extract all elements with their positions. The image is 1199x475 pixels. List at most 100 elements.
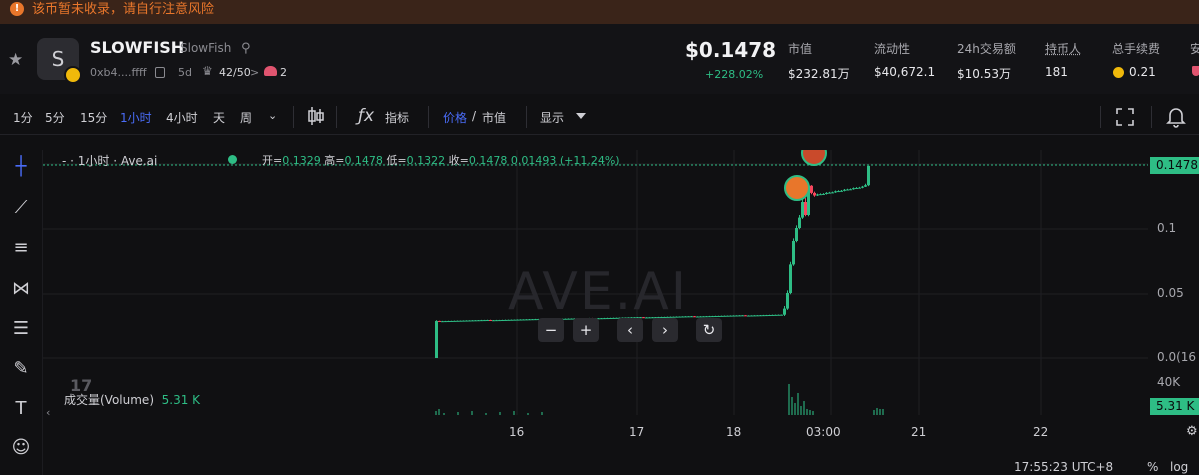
copy-icon[interactable] xyxy=(155,67,165,78)
time-tick: 22 xyxy=(1033,425,1049,439)
candle xyxy=(750,315,753,317)
volume-bar xyxy=(527,413,529,415)
trader-marker-icon[interactable] xyxy=(784,175,810,201)
candle xyxy=(720,315,723,317)
audit-score[interactable]: 42/50 xyxy=(219,66,251,79)
horizontal-lines-icon[interactable]: ≡ xyxy=(8,235,34,261)
candle xyxy=(810,185,813,193)
bnb-chain-icon xyxy=(64,66,82,84)
candle xyxy=(726,315,729,317)
scroll-left-button[interactable]: ‹ xyxy=(617,318,643,342)
shield-icon xyxy=(1192,66,1199,76)
volume-bar xyxy=(882,409,884,415)
candle xyxy=(831,192,834,194)
tf-15m[interactable]: 15分 xyxy=(80,109,107,126)
volume-bar xyxy=(438,409,440,415)
tf-1w[interactable]: 周 xyxy=(240,109,252,126)
crosshair-icon[interactable]: ┼ xyxy=(8,154,34,180)
price-mode-button[interactable]: 价格 xyxy=(443,109,467,126)
candle xyxy=(738,315,741,317)
candle xyxy=(717,315,720,317)
function-icon[interactable]: ƒx xyxy=(358,106,374,126)
favorite-star-icon[interactable]: ★ xyxy=(8,50,23,70)
candle xyxy=(846,189,849,191)
tf-5m[interactable]: 5分 xyxy=(45,109,65,126)
volume-bar xyxy=(443,413,445,415)
toolbar-divider xyxy=(293,106,294,128)
candle xyxy=(759,315,762,317)
candle xyxy=(456,320,459,322)
text-tool-icon[interactable]: T xyxy=(8,396,34,422)
candle xyxy=(444,321,447,323)
brush-icon[interactable]: ✎ xyxy=(8,356,34,382)
chevron-down-icon[interactable]: ⌄ xyxy=(268,109,277,122)
tf-4h[interactable]: 4小时 xyxy=(166,109,198,126)
zoom-in-button[interactable]: + xyxy=(573,318,599,342)
candle xyxy=(801,202,804,218)
candle xyxy=(777,314,780,316)
candle xyxy=(741,315,744,317)
candlestick-icon[interactable] xyxy=(307,105,325,130)
trader-marker-icon[interactable] xyxy=(801,150,827,166)
price-tick: 0.0(16 xyxy=(1157,350,1197,364)
caret-down-icon[interactable] xyxy=(576,113,586,119)
scroll-right-button[interactable]: › xyxy=(652,318,678,342)
zoom-out-button[interactable]: − xyxy=(538,318,564,342)
candle xyxy=(723,315,726,317)
candle xyxy=(816,194,819,196)
mode-separator: / xyxy=(472,109,477,123)
candle xyxy=(780,314,783,316)
candle xyxy=(714,316,717,318)
display-menu-button[interactable]: 显示 xyxy=(540,109,564,126)
stat-value-holders: 181 xyxy=(1045,65,1068,79)
reset-chart-button[interactable]: ↻ xyxy=(696,318,722,342)
alert-bell-icon[interactable] xyxy=(1166,106,1186,131)
price-tick: 0.05 xyxy=(1157,286,1184,300)
candle xyxy=(480,320,483,322)
indicators-button[interactable]: 指标 xyxy=(385,109,409,126)
volume-bar xyxy=(457,412,459,415)
tf-1m[interactable]: 1分 xyxy=(13,109,33,126)
tf-1h[interactable]: 1小时 xyxy=(120,109,152,126)
candle xyxy=(762,315,765,317)
time-tick: 18 xyxy=(726,425,742,439)
candle xyxy=(789,264,792,293)
risk-count[interactable]: 2 xyxy=(280,66,287,79)
stat-label-liquidity: 流动性 xyxy=(874,42,911,56)
candle xyxy=(711,316,714,318)
chevron-right-icon[interactable]: > xyxy=(250,66,259,79)
candle xyxy=(471,320,474,322)
utc-clock[interactable]: 17:55:23 UTC+8 xyxy=(1014,460,1113,474)
tf-1d[interactable]: 天 xyxy=(213,109,225,126)
stat-label-fees: 总手续费 xyxy=(1112,42,1161,56)
settings-gear-icon[interactable]: ⚙ xyxy=(1186,424,1198,439)
fib-levels-icon[interactable]: ☰ xyxy=(8,316,34,342)
candle xyxy=(822,193,825,195)
candle xyxy=(441,321,444,323)
volume-bar xyxy=(471,411,473,415)
stat-value-fees: 0.21 xyxy=(1129,65,1156,79)
search-icon[interactable]: ⚲ xyxy=(241,41,251,56)
candle xyxy=(756,315,759,317)
mcap-mode-button[interactable]: 市值 xyxy=(482,109,506,126)
fullscreen-icon[interactable] xyxy=(1115,107,1135,130)
candle xyxy=(867,165,870,186)
candle xyxy=(486,320,489,322)
toolbar-divider xyxy=(526,106,527,128)
trendline-icon[interactable]: ⟋ xyxy=(8,195,34,221)
volume-bar xyxy=(435,411,437,415)
stat-label-holders[interactable]: 持币人 xyxy=(1045,40,1081,57)
toolbar-divider xyxy=(336,106,337,128)
candle xyxy=(459,320,462,322)
pattern-icon[interactable]: ⋈ xyxy=(8,276,34,302)
stat-value-mcap: $232.81万 xyxy=(788,67,850,81)
emoji-icon[interactable]: ☺ xyxy=(8,435,34,461)
candle xyxy=(447,321,450,323)
candle xyxy=(795,228,798,241)
candle xyxy=(747,315,750,317)
volume-bar xyxy=(803,401,805,415)
log-scale-toggle[interactable]: log xyxy=(1170,460,1188,474)
candle xyxy=(495,320,498,322)
percent-scale-toggle[interactable]: % xyxy=(1147,460,1158,474)
token-symbol: SLOWFISH xyxy=(90,38,185,57)
